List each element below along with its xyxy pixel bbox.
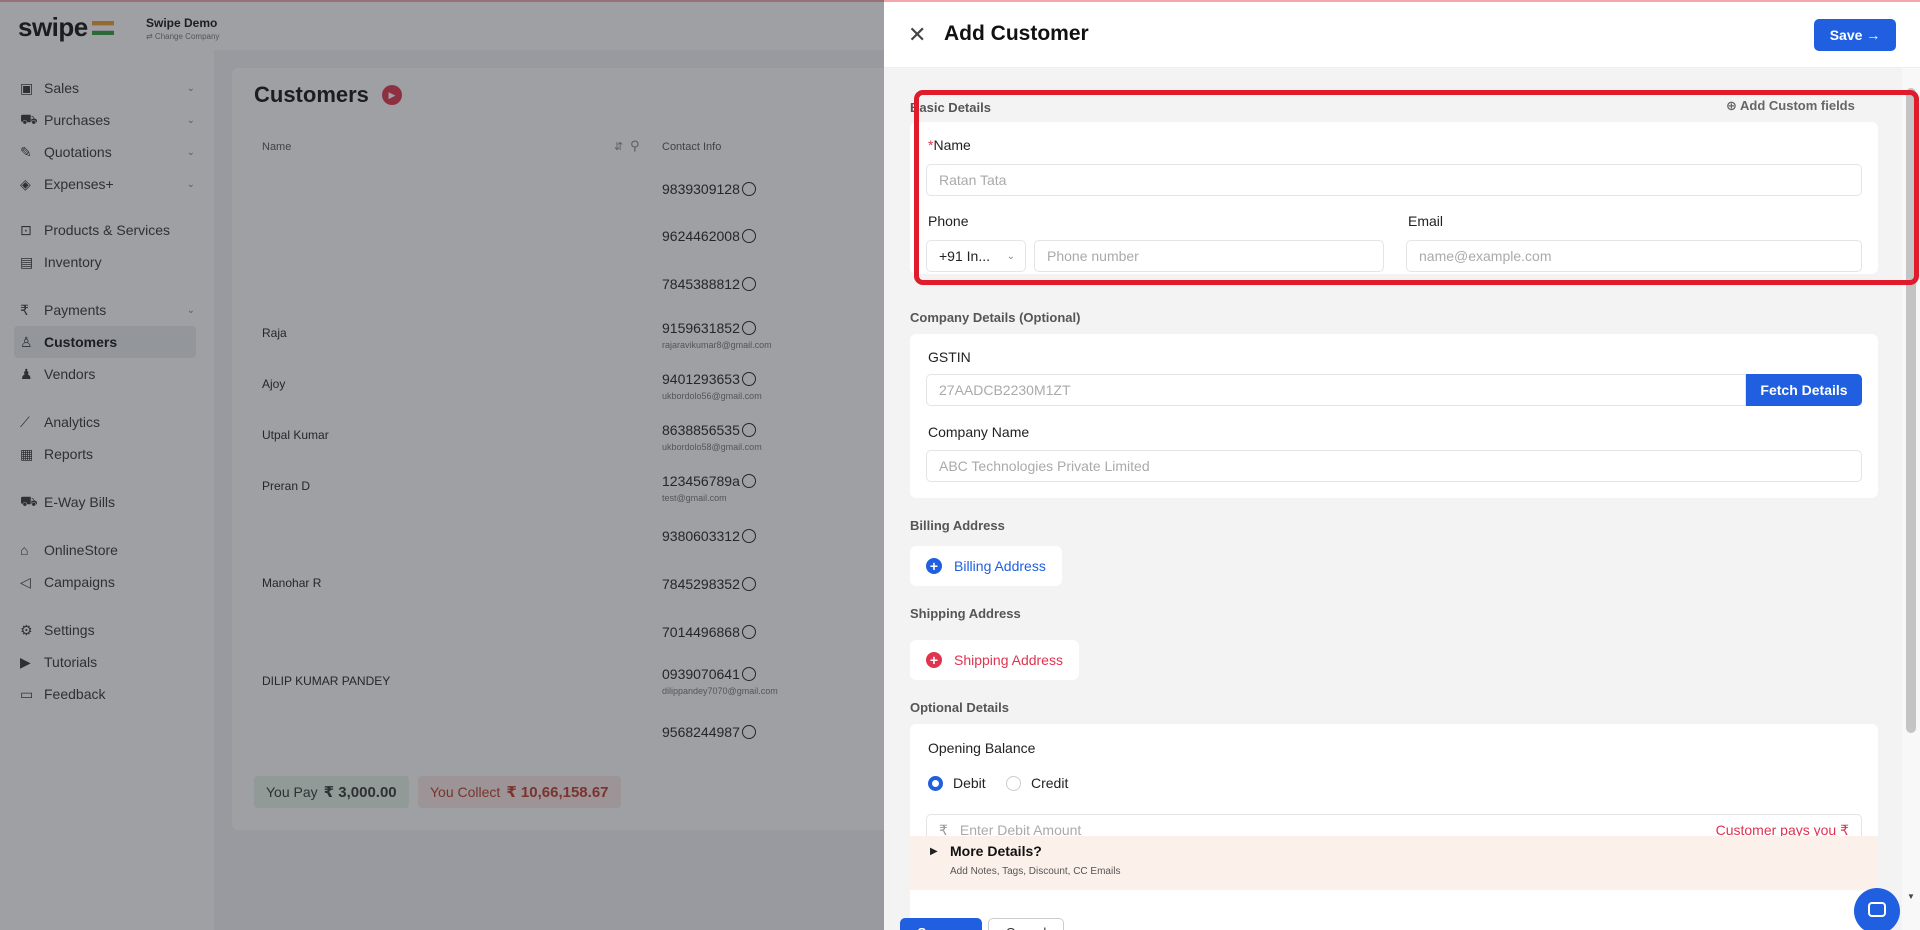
save-button[interactable]: Save →	[1814, 19, 1896, 51]
gstin-label: GSTIN	[928, 349, 971, 365]
more-details-title: More Details?	[950, 843, 1042, 859]
basic-details-highlight	[914, 90, 1919, 285]
bottom-save-button[interactable]: Save →	[900, 918, 982, 930]
company-details-card: GSTIN 27AADCB2230M1ZT Fetch Details Comp…	[910, 334, 1878, 498]
close-icon[interactable]: ✕	[908, 22, 926, 48]
caret-right-icon: ▶	[930, 846, 938, 857]
company-name-input[interactable]: ABC Technologies Private Limited	[926, 450, 1862, 482]
drawer-header: ✕ Add Customer Save →	[884, 2, 1920, 68]
add-billing-address-button[interactable]: + Billing Address	[910, 546, 1062, 586]
debit-label: Debit	[953, 775, 986, 791]
billing-address-button-label: Billing Address	[954, 558, 1046, 574]
scroll-down-arrow-icon[interactable]: ▼	[1907, 892, 1915, 901]
opening-balance-label: Opening Balance	[928, 740, 1036, 756]
more-details-subtitle: Add Notes, Tags, Discount, CC Emails	[950, 866, 1121, 877]
chat-support-button[interactable]	[1854, 888, 1900, 930]
bottom-actions: Save → Cancel	[884, 912, 1920, 930]
add-shipping-address-button[interactable]: + Shipping Address	[910, 640, 1079, 680]
optional-details-label: Optional Details	[910, 700, 1009, 715]
company-name-label: Company Name	[928, 424, 1030, 440]
more-details-toggle[interactable]: ▶ More Details? Add Notes, Tags, Discoun…	[910, 836, 1878, 890]
cancel-button[interactable]: Cancel	[988, 918, 1064, 930]
plus-circle-icon: +	[926, 558, 942, 574]
company-details-label: Company Details (Optional)	[910, 310, 1081, 325]
gstin-input[interactable]: 27AADCB2230M1ZT	[926, 374, 1746, 406]
drawer-title: Add Customer	[944, 22, 1089, 45]
debit-radio[interactable]	[928, 776, 943, 791]
shipping-address-label: Shipping Address	[910, 606, 1021, 621]
credit-radio[interactable]	[1006, 776, 1021, 791]
chat-icon	[1868, 902, 1886, 917]
plus-circle-icon: +	[926, 652, 942, 668]
credit-label: Credit	[1031, 775, 1069, 791]
fetch-details-button[interactable]: Fetch Details	[1746, 374, 1862, 406]
billing-address-label: Billing Address	[910, 518, 1005, 533]
shipping-address-button-label: Shipping Address	[954, 652, 1063, 668]
optional-details-card: Opening Balance Debit Credit ₹ Enter Deb…	[910, 724, 1878, 930]
